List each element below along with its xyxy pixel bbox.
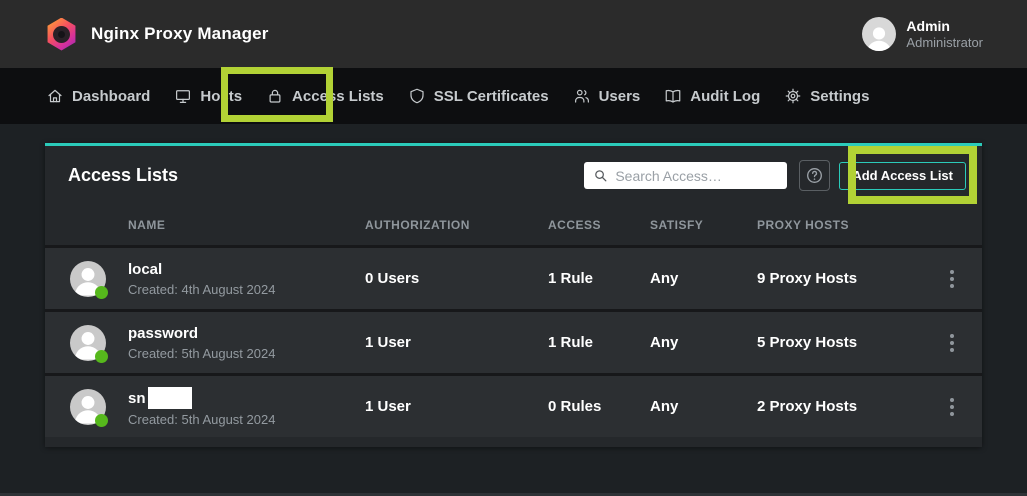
access-list-name: password — [128, 325, 365, 343]
proxy-hosts-value: 2 Proxy Hosts — [757, 398, 942, 415]
column-header-proxy-hosts: PROXY HOSTS — [757, 218, 942, 232]
nav-label: Access Lists — [292, 88, 384, 105]
nav-label: Hosts — [200, 88, 242, 105]
row-menu-button[interactable] — [942, 266, 962, 292]
search-box — [584, 162, 787, 189]
satisfy-value: Any — [650, 398, 757, 415]
nav-item-hosts[interactable]: Hosts — [174, 87, 242, 105]
app-title: Nginx Proxy Manager — [91, 24, 269, 44]
table-row[interactable]: sn Created: 5th August 2024 1 User 0 Rul… — [45, 373, 982, 437]
user-avatar-icon — [862, 17, 896, 51]
status-dot — [95, 414, 108, 427]
access-lists-panel: Access Lists Add Access List NAME AUTHOR… — [45, 143, 982, 447]
satisfy-value: Any — [650, 334, 757, 351]
nav-label: Users — [599, 88, 641, 105]
nav-label: Settings — [810, 88, 869, 105]
column-header-name: NAME — [128, 218, 365, 232]
nav-label: Audit Log — [690, 88, 760, 105]
access-list-name: sn — [128, 387, 365, 409]
user-menu[interactable]: Admin Administrator — [862, 17, 983, 51]
gear-icon — [784, 87, 802, 105]
table-row[interactable]: password Created: 5th August 2024 1 User… — [45, 309, 982, 373]
shield-icon — [408, 87, 426, 105]
row-menu-button[interactable] — [942, 394, 962, 420]
access-value: 1 Rule — [548, 270, 650, 287]
row-avatar-icon — [70, 325, 106, 361]
column-header-satisfy: SATISFY — [650, 218, 757, 232]
nav-label: SSL Certificates — [434, 88, 549, 105]
book-icon — [664, 87, 682, 105]
app-header: Nginx Proxy Manager Admin Administrator — [0, 0, 1027, 68]
nav-item-settings[interactable]: Settings — [784, 87, 869, 105]
nav-item-access-lists[interactable]: Access Lists — [266, 87, 384, 105]
row-menu-button[interactable] — [942, 330, 962, 356]
home-icon — [46, 87, 64, 105]
users-icon — [573, 87, 591, 105]
row-avatar-icon — [70, 261, 106, 297]
satisfy-value: Any — [650, 270, 757, 287]
user-role: Administrator — [906, 35, 983, 51]
panel-header: Access Lists Add Access List — [45, 146, 982, 205]
monitor-icon — [174, 87, 192, 105]
brand: Nginx Proxy Manager — [46, 18, 269, 51]
nav-item-audit-log[interactable]: Audit Log — [664, 87, 760, 105]
access-value: 0 Rules — [548, 398, 650, 415]
app-logo-icon — [46, 18, 77, 51]
lock-icon — [266, 87, 284, 105]
nav-item-dashboard[interactable]: Dashboard — [46, 87, 150, 105]
page-title: Access Lists — [68, 165, 584, 186]
user-name: Admin — [906, 18, 983, 35]
created-date: Created: 5th August 2024 — [128, 346, 365, 361]
created-date: Created: 4th August 2024 — [128, 282, 365, 297]
table-header: NAME AUTHORIZATION ACCESS SATISFY PROXY … — [45, 205, 982, 245]
proxy-hosts-value: 5 Proxy Hosts — [757, 334, 942, 351]
screen: Nginx Proxy Manager Admin Administrator … — [0, 0, 1027, 496]
name-cell: sn Created: 5th August 2024 — [128, 387, 365, 427]
add-access-list-button[interactable]: Add Access List — [839, 162, 966, 190]
column-header-authorization: AUTHORIZATION — [365, 218, 548, 232]
user-text: Admin Administrator — [906, 18, 983, 51]
main-nav: Dashboard Hosts Access Lists SSL Certifi… — [0, 68, 1027, 124]
name-cell: local Created: 4th August 2024 — [128, 261, 365, 297]
name-cell: password Created: 5th August 2024 — [128, 325, 365, 361]
proxy-hosts-value: 9 Proxy Hosts — [757, 270, 942, 287]
row-avatar-icon — [70, 389, 106, 425]
search-icon — [593, 168, 608, 183]
table-row[interactable]: local Created: 4th August 2024 0 Users 1… — [45, 245, 982, 309]
redaction-box — [148, 387, 192, 409]
authorization-value: 0 Users — [365, 270, 548, 287]
help-icon — [805, 166, 824, 185]
access-value: 1 Rule — [548, 334, 650, 351]
created-date: Created: 5th August 2024 — [128, 412, 365, 427]
nav-item-users[interactable]: Users — [573, 87, 641, 105]
column-header-access: ACCESS — [548, 218, 650, 232]
search-input[interactable] — [615, 168, 778, 184]
status-dot — [95, 350, 108, 363]
access-list-name: local — [128, 261, 365, 279]
authorization-value: 1 User — [365, 334, 548, 351]
status-dot — [95, 286, 108, 299]
nav-label: Dashboard — [72, 88, 150, 105]
nav-item-ssl-certificates[interactable]: SSL Certificates — [408, 87, 549, 105]
help-button[interactable] — [799, 160, 830, 191]
authorization-value: 1 User — [365, 398, 548, 415]
